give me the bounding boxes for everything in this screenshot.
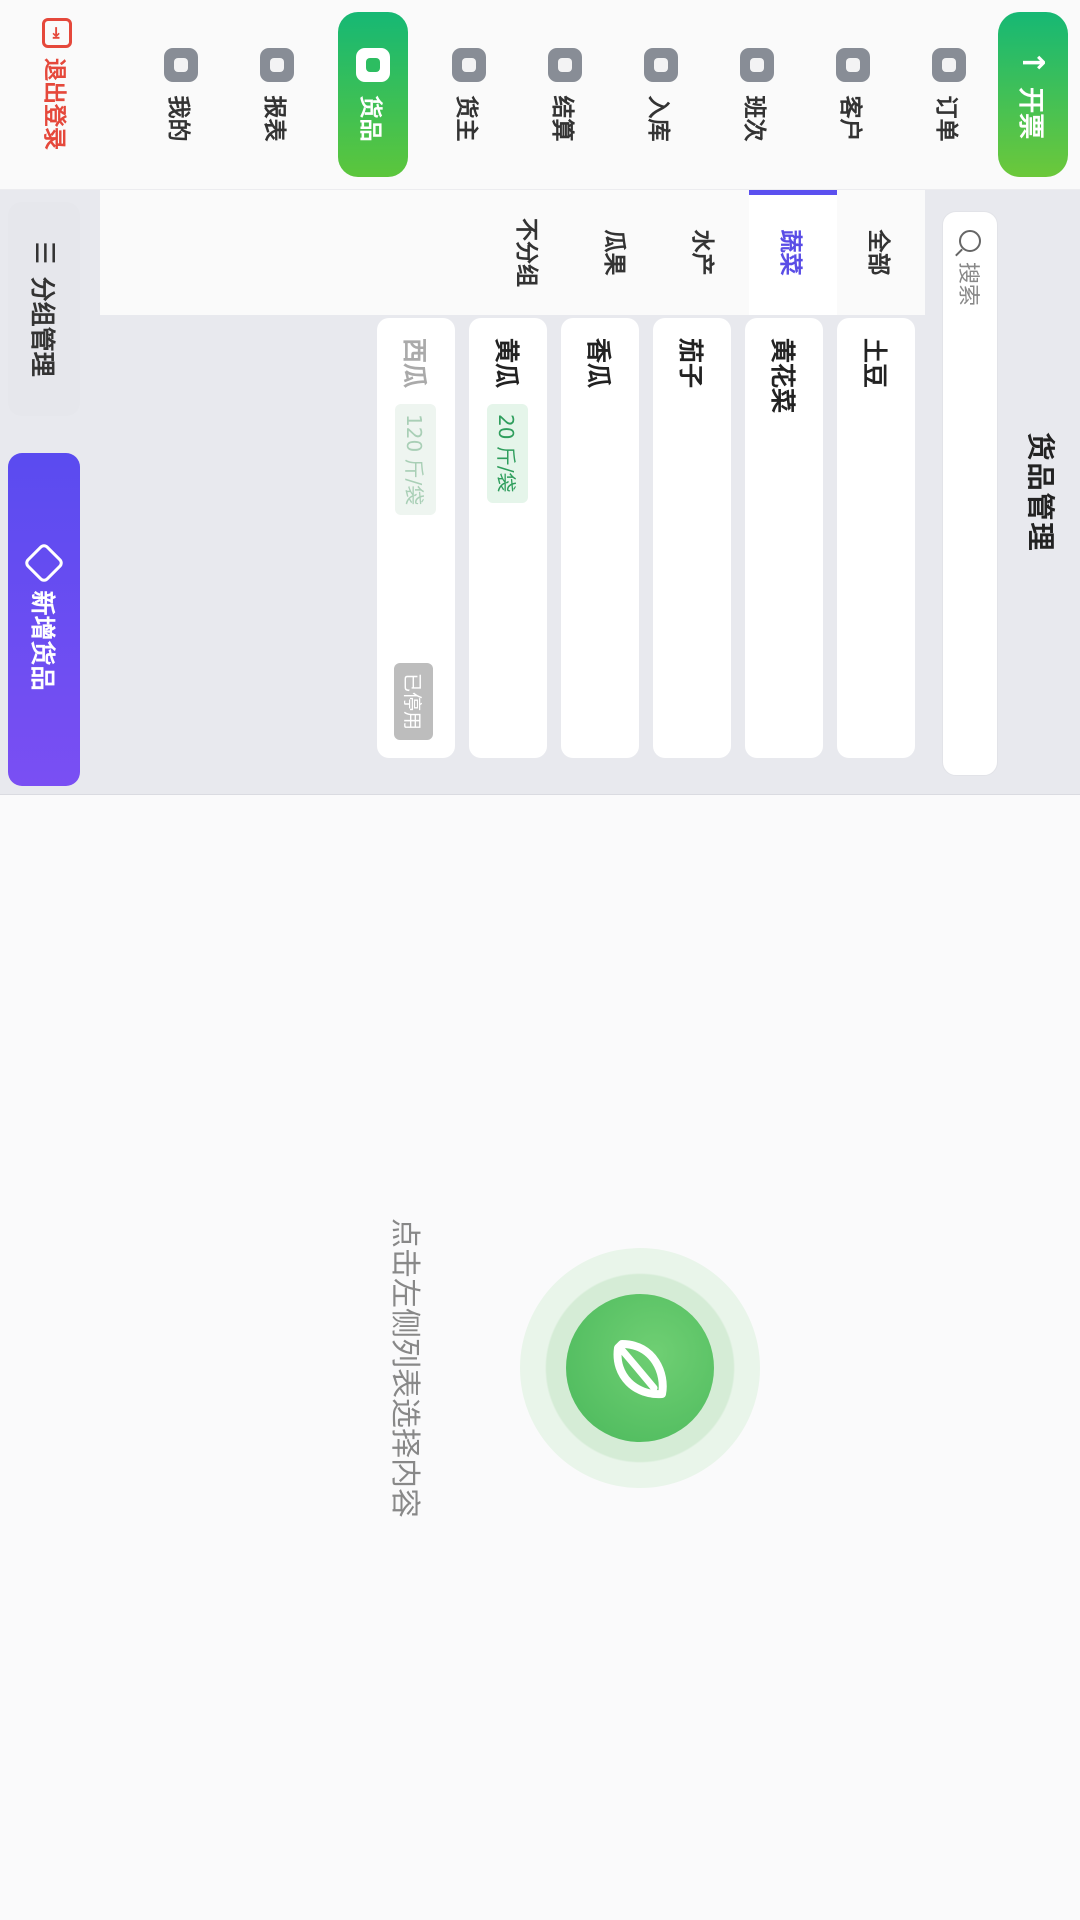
goods-item[interactable]: 土豆 [837,318,915,758]
goods-item[interactable]: 香瓜 [561,318,639,758]
invoice-button[interactable]: ↑ 开票 [998,12,1068,177]
page-title: 货品管理 [1024,432,1057,553]
goods-icon [356,47,390,82]
goods-item[interactable]: 黄瓜 20 斤/袋 [469,318,547,758]
customer-icon [836,47,870,82]
category-tab-vegetables[interactable]: 蔬菜 [749,190,837,315]
logout-label: 退出登录 [41,58,67,150]
list-icon: ☰ [29,241,59,265]
inbound-icon [644,47,678,82]
arrow-up-icon: ↑ [1015,49,1051,76]
goods-spec-badge: 20 斤/袋 [487,404,529,503]
cube-icon [22,542,66,585]
nav-item-label: 班次 [741,95,767,142]
nav-rail: ↑ 开票 订单 客户 班次 入库 结算 货主 货品 报表 我的 ⇥ 退出登录 [0,0,1080,190]
nav-item-goods[interactable]: 货品 [338,12,408,177]
nav-item-owner[interactable]: 货主 [434,12,504,177]
group-manage-button[interactable]: ☰ 分组管理 [8,202,80,416]
nav-item-label: 报表 [261,95,287,142]
category-tab-ungrouped[interactable]: 不分组 [485,190,573,315]
shift-icon [740,47,774,82]
leaf-icon [613,1340,667,1399]
nav-item-label: 订单 [933,95,959,142]
goods-item[interactable]: 黄花菜 [745,318,823,758]
empty-state-text: 点击左侧列表选择内容 [387,1218,422,1518]
category-tab-all[interactable]: 全部 [837,190,925,315]
nav-item-label: 入库 [645,95,671,142]
add-goods-button[interactable]: 新增货品 [8,453,80,786]
invoice-button-label: 开票 [1015,87,1046,140]
group-manage-label: 分组管理 [28,276,57,377]
search-input[interactable]: 搜索 [942,211,998,776]
goods-name: 茄子 [676,338,705,389]
nav-item-settlement[interactable]: 结算 [530,12,600,177]
search-icon [959,230,981,252]
goods-name: 土豆 [860,338,889,389]
nav-item-label: 客户 [837,95,863,142]
goods-name: 西瓜 [400,338,429,389]
category-tab-fruit[interactable]: 瓜果 [573,190,661,315]
nav-item-label: 结算 [549,95,575,142]
goods-list: 土豆 黄花菜 茄子 香瓜 黄瓜 20 斤/袋 西瓜 120 斤/袋 已停用 [363,318,915,777]
report-icon [260,47,294,82]
goods-name: 黄瓜 [492,338,521,389]
nav-item-label: 货品 [357,95,383,142]
nav-item-label: 我的 [165,95,191,142]
owner-icon [452,47,486,82]
category-tab-seafood[interactable]: 水产 [661,190,749,315]
nav-item-label: 货主 [453,95,479,142]
nav-item-report[interactable]: 报表 [242,12,312,177]
goods-spec-badge: 120 斤/袋 [395,404,437,516]
add-goods-label: 新增货品 [28,590,57,691]
category-tabs: 全部 蔬菜 水产 瓜果 不分组 [100,190,925,315]
nav-item-order[interactable]: 订单 [914,12,984,177]
nav-item-inbound[interactable]: 入库 [626,12,696,177]
goods-item[interactable]: 西瓜 120 斤/袋 已停用 [377,318,455,758]
nav-item-profile[interactable]: 我的 [146,12,216,177]
app-screen: ↑ 开票 订单 客户 班次 入库 结算 货主 货品 报表 我的 ⇥ 退出登录 货… [0,0,1080,1920]
order-icon [932,47,966,82]
settlement-icon [548,47,582,82]
goods-item[interactable]: 茄子 [653,318,731,758]
goods-name: 香瓜 [584,338,613,389]
nav-item-shift[interactable]: 班次 [722,12,792,177]
status-badge: 已停用 [394,662,433,740]
nav-item-customer[interactable]: 客户 [818,12,888,177]
profile-icon [164,47,198,82]
search-placeholder: 搜索 [955,262,980,307]
goods-panel: 货品管理 搜索 全部 蔬菜 水产 瓜果 不分组 土豆 黄花菜 茄子 香瓜 黄瓜 … [0,190,1080,795]
logout-icon: ⇥ [42,18,72,48]
logout-button[interactable]: ⇥ 退出登录 [40,18,74,150]
goods-name: 黄花菜 [768,338,797,414]
